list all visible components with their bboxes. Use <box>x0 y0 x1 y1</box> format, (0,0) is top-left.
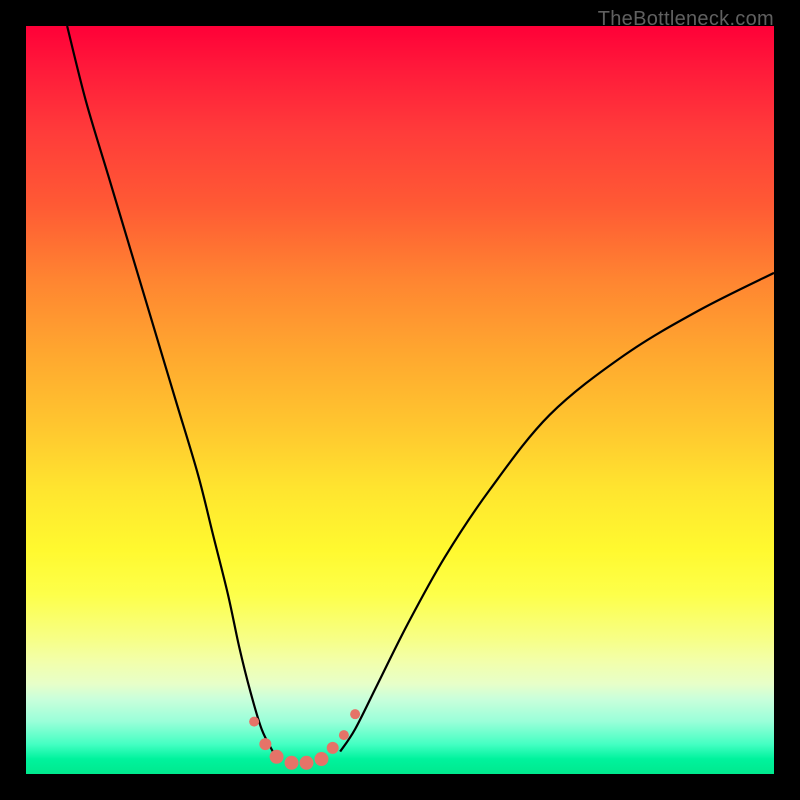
marker-dot <box>270 750 284 764</box>
marker-dot <box>259 738 271 750</box>
marker-dot <box>285 756 299 770</box>
curve-right <box>340 273 774 752</box>
marker-dot <box>249 717 259 727</box>
marker-dot <box>327 742 339 754</box>
marker-dot <box>339 730 349 740</box>
marker-group <box>249 709 360 770</box>
curve-left <box>67 26 273 752</box>
marker-dot <box>350 709 360 719</box>
marker-dot <box>314 752 328 766</box>
marker-dot <box>300 756 314 770</box>
chart-frame <box>26 26 774 774</box>
chart-svg <box>26 26 774 774</box>
